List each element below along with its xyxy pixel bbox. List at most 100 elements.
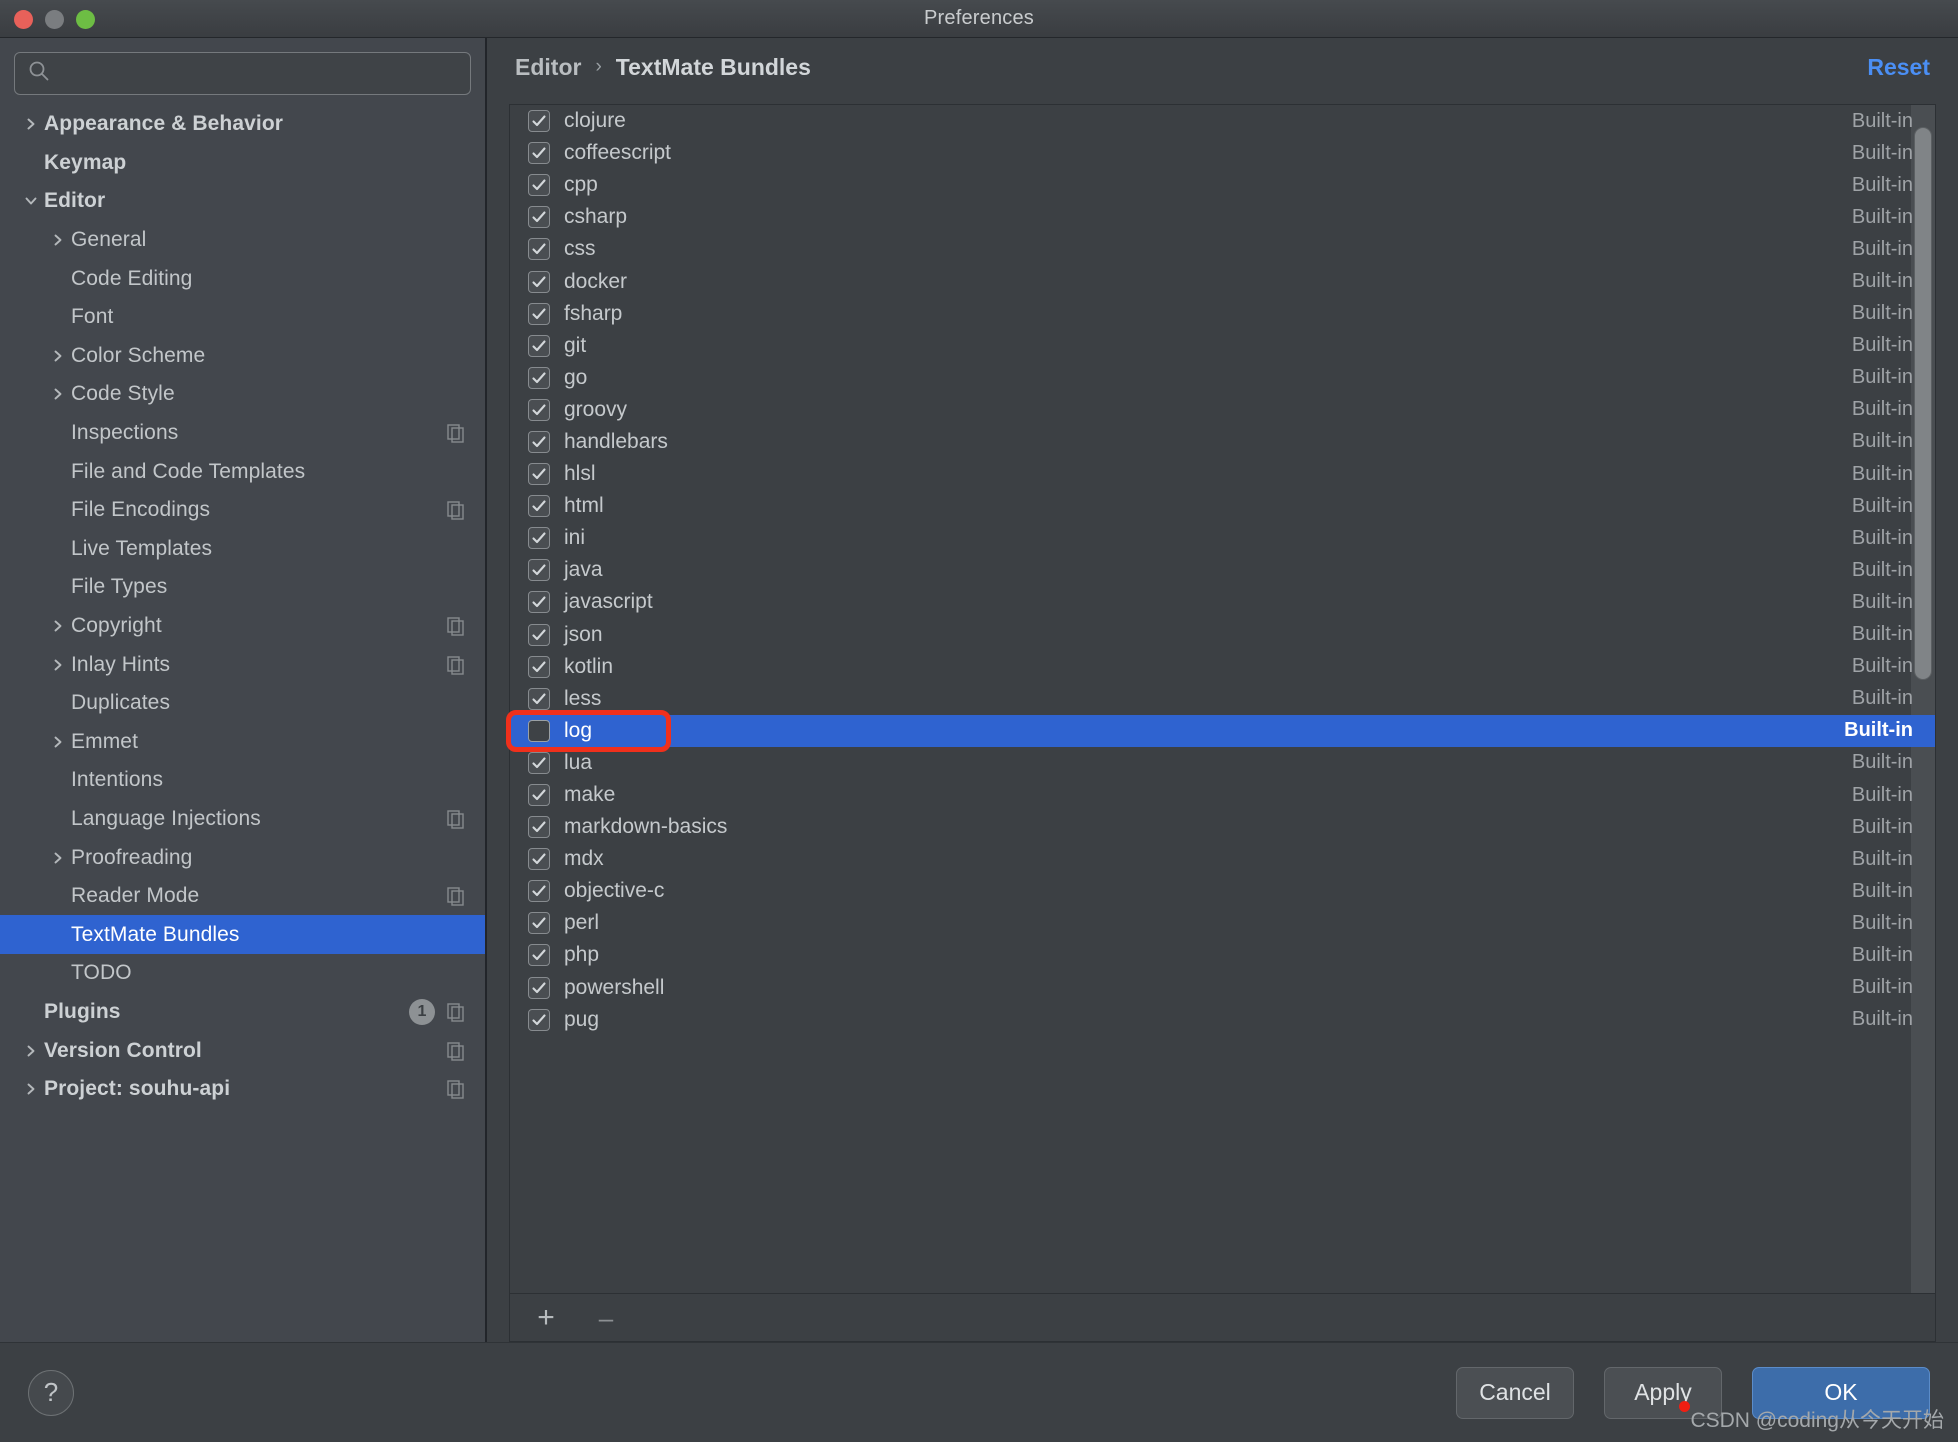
bundle-checkbox[interactable] [528, 398, 550, 421]
bundle-row[interactable]: ini Built-in [510, 522, 1935, 554]
copy-settings-icon[interactable] [445, 615, 467, 637]
bundle-checkbox[interactable] [528, 206, 550, 229]
add-bundle-button[interactable]: + [532, 1302, 560, 1332]
bundle-checkbox[interactable] [528, 430, 550, 453]
sidebar-item-live-templates[interactable]: Live Templates [0, 530, 485, 569]
bundle-checkbox[interactable] [528, 623, 550, 646]
copy-settings-icon[interactable] [445, 1078, 467, 1100]
bundle-checkbox[interactable] [528, 976, 550, 999]
bundle-row[interactable]: css Built-in [510, 233, 1935, 265]
bundle-checkbox[interactable] [528, 784, 550, 807]
bundle-checkbox[interactable] [528, 719, 550, 742]
bundles-scrollbar-thumb[interactable] [1914, 127, 1932, 680]
bundle-row[interactable]: fsharp Built-in [510, 298, 1935, 330]
sidebar-item-keymap[interactable]: Keymap [0, 144, 485, 183]
chevron-right-icon[interactable] [45, 851, 71, 865]
sidebar-item-proofreading[interactable]: Proofreading [0, 838, 485, 877]
bundle-checkbox[interactable] [528, 559, 550, 582]
chevron-right-icon[interactable] [18, 1082, 44, 1096]
bundle-checkbox[interactable] [528, 495, 550, 518]
bundles-list[interactable]: clojure Built-in coffeescript Built-in cpp Bu… [510, 105, 1935, 1293]
cancel-button[interactable]: Cancel [1456, 1366, 1574, 1419]
sidebar-item-general[interactable]: General [0, 221, 485, 260]
sidebar-item-copyright[interactable]: Copyright [0, 607, 485, 646]
sidebar-item-editor[interactable]: Editor [0, 182, 485, 221]
bundle-row[interactable]: lua Built-in [510, 747, 1935, 779]
bundle-checkbox[interactable] [528, 655, 550, 678]
copy-settings-icon[interactable] [445, 1001, 467, 1023]
bundle-row[interactable]: docker Built-in [510, 265, 1935, 297]
reset-link[interactable]: Reset [1867, 54, 1930, 81]
bundle-row[interactable]: cpp Built-in [510, 169, 1935, 201]
minimize-button[interactable] [45, 10, 64, 29]
copy-settings-icon[interactable] [445, 1040, 467, 1062]
bundle-row[interactable]: handlebars Built-in [510, 426, 1935, 458]
bundle-checkbox[interactable] [528, 463, 550, 486]
bundle-row[interactable]: make Built-in [510, 779, 1935, 811]
bundle-checkbox[interactable] [528, 687, 550, 710]
bundle-row[interactable]: json Built-in [510, 619, 1935, 651]
sidebar-item-intentions[interactable]: Intentions [0, 761, 485, 800]
bundle-checkbox[interactable] [528, 751, 550, 774]
bundle-row[interactable]: coffeescript Built-in [510, 137, 1935, 169]
sidebar-item-inspections[interactable]: Inspections [0, 414, 485, 453]
bundle-row[interactable]: csharp Built-in [510, 201, 1935, 233]
breadcrumb-parent[interactable]: Editor [515, 54, 581, 81]
bundle-checkbox[interactable] [528, 334, 550, 357]
bundle-row[interactable]: mdx Built-in [510, 843, 1935, 875]
sidebar-item-plugins[interactable]: Plugins 1 [0, 993, 485, 1032]
remove-bundle-button[interactable]: – [592, 1304, 620, 1332]
chevron-right-icon[interactable] [45, 735, 71, 749]
bundle-row[interactable]: java Built-in [510, 554, 1935, 586]
bundle-row[interactable]: html Built-in [510, 490, 1935, 522]
chevron-down-icon[interactable] [18, 194, 44, 208]
copy-settings-icon[interactable] [445, 499, 467, 521]
bundle-checkbox[interactable] [528, 142, 550, 165]
bundle-checkbox[interactable] [528, 912, 550, 935]
bundle-checkbox[interactable] [528, 527, 550, 550]
bundle-row[interactable]: git Built-in [510, 330, 1935, 362]
sidebar-item-code-editing[interactable]: Code Editing [0, 259, 485, 298]
bundle-row[interactable]: kotlin Built-in [510, 651, 1935, 683]
sidebar-item-font[interactable]: Font [0, 298, 485, 337]
bundle-row[interactable]: javascript Built-in [510, 586, 1935, 618]
sidebar-item-project-souhu-api[interactable]: Project: souhu-api [0, 1070, 485, 1109]
bundle-checkbox[interactable] [528, 302, 550, 325]
bundle-checkbox[interactable] [528, 174, 550, 197]
bundle-row[interactable]: go Built-in [510, 362, 1935, 394]
sidebar-item-duplicates[interactable]: Duplicates [0, 684, 485, 723]
copy-settings-icon[interactable] [445, 808, 467, 830]
bundle-checkbox[interactable] [528, 1008, 550, 1031]
close-button[interactable] [14, 10, 33, 29]
sidebar-item-version-control[interactable]: Version Control [0, 1031, 485, 1070]
sidebar-item-todo[interactable]: TODO [0, 954, 485, 993]
bundle-row[interactable]: objective-c Built-in [510, 875, 1935, 907]
bundle-row[interactable]: pug Built-in [510, 1004, 1935, 1036]
bundle-checkbox[interactable] [528, 880, 550, 903]
maximize-button[interactable] [76, 10, 95, 29]
bundle-checkbox[interactable] [528, 848, 550, 871]
bundle-row[interactable]: markdown-basics Built-in [510, 811, 1935, 843]
sidebar-item-file-encodings[interactable]: File Encodings [0, 491, 485, 530]
sidebar-item-textmate-bundles[interactable]: TextMate Bundles [0, 915, 485, 955]
chevron-right-icon[interactable] [18, 117, 44, 131]
bundle-checkbox[interactable] [528, 591, 550, 614]
sidebar-item-file-types[interactable]: File Types [0, 568, 485, 607]
sidebar-item-inlay-hints[interactable]: Inlay Hints [0, 645, 485, 684]
sidebar-item-color-scheme[interactable]: Color Scheme [0, 337, 485, 376]
chevron-right-icon[interactable] [45, 619, 71, 633]
bundle-checkbox[interactable] [528, 816, 550, 839]
chevron-right-icon[interactable] [45, 233, 71, 247]
bundle-checkbox[interactable] [528, 944, 550, 967]
sidebar-item-language-injections[interactable]: Language Injections [0, 800, 485, 839]
bundle-row[interactable]: clojure Built-in [510, 105, 1935, 137]
bundle-checkbox[interactable] [528, 270, 550, 293]
copy-settings-icon[interactable] [445, 654, 467, 676]
copy-settings-icon[interactable] [445, 422, 467, 444]
sidebar-item-emmet[interactable]: Emmet [0, 723, 485, 762]
chevron-right-icon[interactable] [18, 1044, 44, 1058]
sidebar-item-file-and-code-templates[interactable]: File and Code Templates [0, 452, 485, 491]
bundle-row[interactable]: hlsl Built-in [510, 458, 1935, 490]
bundle-row[interactable]: groovy Built-in [510, 394, 1935, 426]
bundle-row[interactable]: powershell Built-in [510, 972, 1935, 1004]
